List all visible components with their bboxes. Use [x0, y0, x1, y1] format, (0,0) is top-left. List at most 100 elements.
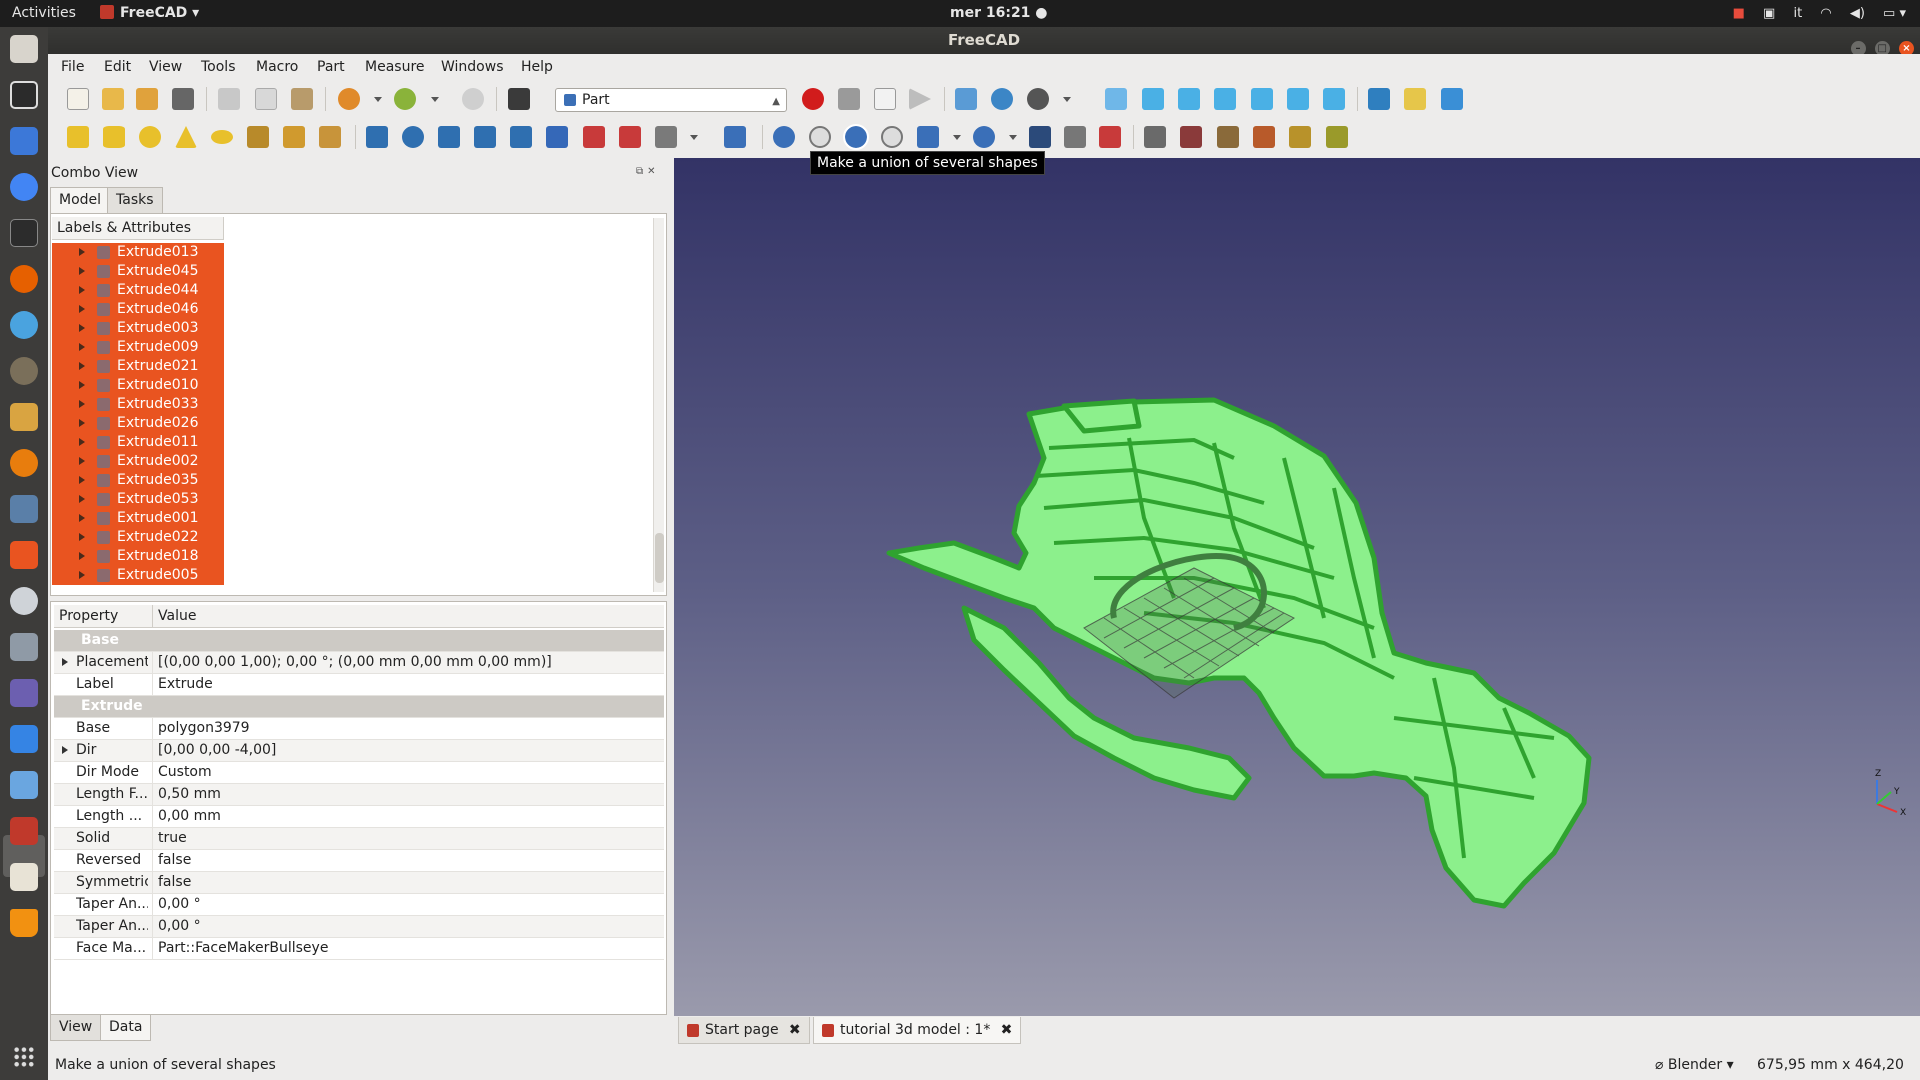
toggle-3d-icon[interactable] [1289, 126, 1311, 148]
expand-arrow-icon[interactable] [79, 438, 85, 446]
union-icon[interactable] [843, 124, 869, 150]
macro-stop-icon[interactable] [838, 88, 860, 110]
view-top-icon[interactable] [1178, 88, 1200, 110]
chromium-icon[interactable] [10, 173, 38, 201]
property-row[interactable]: Label Extrude [54, 674, 664, 696]
property-row[interactable]: Length F... 0,50 mm [54, 784, 664, 806]
view-left-icon[interactable] [1323, 88, 1345, 110]
tab-data[interactable]: Data [100, 1015, 152, 1041]
undo-icon[interactable] [338, 88, 360, 110]
property-row[interactable]: Face Ma... Part::FaceMakerBullseye [54, 938, 664, 960]
expand-arrow-icon[interactable] [79, 533, 85, 541]
tree-item[interactable]: Extrude033 [52, 395, 224, 414]
open-icon[interactable] [102, 88, 124, 110]
revolve-icon[interactable] [402, 126, 424, 148]
property-value[interactable]: Custom [152, 762, 664, 783]
join-dropdown-arrow[interactable] [953, 135, 961, 140]
part-cone-icon[interactable] [175, 126, 197, 148]
offset-dropdown-arrow[interactable] [690, 135, 698, 140]
make-face-icon[interactable] [546, 126, 568, 148]
battery-icon[interactable]: ▭ ▾ [1883, 6, 1906, 21]
expand-arrow-icon[interactable] [79, 286, 85, 294]
tree-column-header[interactable]: Labels & Attributes [52, 217, 224, 240]
join-features-icon[interactable] [917, 126, 939, 148]
property-row[interactable]: Placement [(0,00 0,00 1,00); 0,00 °; (0,0… [54, 652, 664, 674]
scribus-icon[interactable] [10, 403, 38, 431]
expand-arrow-icon[interactable] [79, 305, 85, 313]
draw-style-icon[interactable] [1027, 88, 1049, 110]
tab-tasks[interactable]: Tasks [107, 187, 163, 213]
scrollbar-thumb[interactable] [655, 533, 664, 583]
inkscape-icon[interactable] [10, 81, 38, 109]
expand-arrow-icon[interactable] [79, 267, 85, 275]
combo-view-controls[interactable]: ⧉✕ [636, 166, 660, 177]
menu-measure[interactable]: Measure [365, 59, 425, 75]
menu-tools[interactable]: Tools [201, 59, 236, 75]
property-value[interactable]: true [152, 828, 664, 849]
view-right-icon[interactable] [1214, 88, 1236, 110]
clipboard-icon[interactable]: ▣ [1763, 6, 1775, 21]
close-icon[interactable]: ✖ [1001, 1017, 1013, 1043]
property-column-header[interactable]: Property [59, 605, 118, 627]
property-value[interactable]: 0,00 ° [152, 894, 664, 915]
whats-this-icon[interactable] [508, 88, 530, 110]
property-row[interactable]: Solid true [54, 828, 664, 850]
view-isometric-icon[interactable] [1105, 88, 1127, 110]
intersection-icon[interactable] [881, 126, 903, 148]
fillet-icon[interactable] [474, 126, 496, 148]
tree-item[interactable]: Extrude003 [52, 319, 224, 338]
tree-item[interactable]: Extrude010 [52, 376, 224, 395]
expand-arrow-icon[interactable] [62, 746, 68, 754]
macro-run-icon[interactable] [909, 88, 931, 110]
property-row[interactable]: Dir Mode Custom [54, 762, 664, 784]
menu-help[interactable]: Help [521, 59, 553, 75]
transfer-icon[interactable] [10, 725, 38, 753]
menu-edit[interactable]: Edit [104, 59, 131, 75]
tree-item[interactable]: Extrude011 [52, 433, 224, 452]
tree-item[interactable]: Extrude013 [52, 243, 224, 262]
undo-dropdown-arrow[interactable] [374, 97, 382, 102]
extrude-icon[interactable] [366, 126, 388, 148]
property-row[interactable]: Reversed false [54, 850, 664, 872]
property-row[interactable]: Base polygon3979 [54, 718, 664, 740]
navigation-style-selector[interactable]: ⌀ Blender ▾ [1655, 1050, 1734, 1080]
part-torus-icon[interactable] [211, 130, 233, 144]
vlc-icon[interactable] [10, 909, 38, 937]
tree-item[interactable]: Extrude001 [52, 509, 224, 528]
menu-part[interactable]: Part [317, 59, 345, 75]
tree-item[interactable]: Extrude053 [52, 490, 224, 509]
thickness-icon[interactable] [724, 126, 746, 148]
property-value[interactable]: [(0,00 0,00 1,00); 0,00 °; (0,00 mm 0,00… [152, 652, 664, 673]
menu-macro[interactable]: Macro [256, 59, 298, 75]
video-editor-icon[interactable] [10, 679, 38, 707]
view-rear-icon[interactable] [1251, 88, 1273, 110]
property-row[interactable]: Taper An... 0,00 ° [54, 916, 664, 938]
tree-item[interactable]: Extrude035 [52, 471, 224, 490]
refresh-icon[interactable] [462, 88, 484, 110]
measure-angular-icon[interactable] [1180, 126, 1202, 148]
value-column-header[interactable]: Value [152, 605, 196, 627]
draw-style-dropdown-arrow[interactable] [1063, 97, 1071, 102]
check-geometry-icon[interactable] [1064, 126, 1086, 148]
property-value[interactable]: 0,00 ° [152, 916, 664, 937]
property-row[interactable]: Symmetric false [54, 872, 664, 894]
activities-button[interactable]: Activities [12, 0, 76, 27]
3d-cube-app-icon[interactable] [10, 771, 38, 799]
clear-measurements-icon[interactable] [1253, 126, 1275, 148]
expand-arrow-icon[interactable] [79, 495, 85, 503]
part-box-icon[interactable] [67, 126, 89, 148]
show-applications-icon[interactable] [13, 1046, 35, 1068]
property-value[interactable]: Part::FaceMakerBullseye [152, 938, 664, 959]
part-sphere-icon[interactable] [139, 126, 161, 148]
expand-arrow-icon[interactable] [79, 457, 85, 465]
property-group[interactable]: Extrude [54, 696, 664, 718]
property-row[interactable]: Length ... 0,00 mm [54, 806, 664, 828]
blender-icon[interactable] [10, 449, 38, 477]
paste-icon[interactable] [291, 88, 313, 110]
sweep-icon[interactable] [655, 126, 677, 148]
save-icon[interactable] [136, 88, 158, 110]
tree-item[interactable]: Extrude044 [52, 281, 224, 300]
section-icon[interactable] [1099, 126, 1121, 148]
clock[interactable]: mer 16:21 ● [950, 0, 1048, 27]
terminal-icon[interactable] [10, 219, 38, 247]
